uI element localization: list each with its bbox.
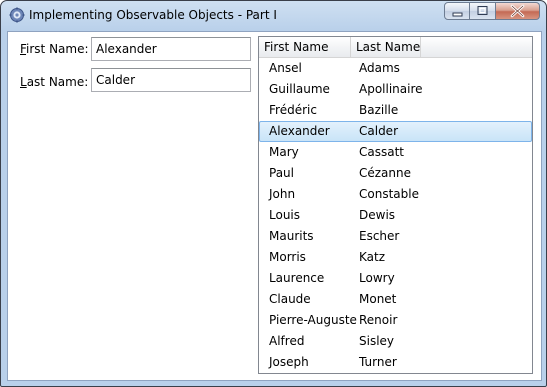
- close-button[interactable]: [496, 2, 540, 20]
- last-name-cell: Renoir: [359, 313, 398, 327]
- last-name-cell: Sisley: [359, 334, 395, 348]
- list-item[interactable]: Pierre-Auguste Renoir: [259, 310, 532, 331]
- list-item[interactable]: Alfred Sisley: [259, 331, 532, 352]
- first-name-cell: Maurits: [269, 229, 314, 243]
- last-name-label: Last Name:: [20, 75, 89, 89]
- list-rows: Ansel Adams Guillaume Apollinaire Frédéric Ba…: [259, 58, 532, 373]
- people-list-view[interactable]: First Name Last Name Ansel Adams Guillaume…: [258, 36, 533, 374]
- list-item[interactable]: Mary Cassatt: [259, 142, 532, 163]
- list-item[interactable]: Alexander Calder: [259, 121, 532, 142]
- last-name-cell: Monet: [359, 292, 397, 306]
- app-window: Implementing Observable Objects - Part I: [0, 0, 547, 387]
- last-name-cell: Cézanne: [359, 166, 412, 180]
- gear-app-icon[interactable]: [9, 7, 25, 23]
- first-name-cell: Pierre-Auguste: [269, 313, 357, 327]
- first-name-cell: Alfred: [269, 334, 305, 348]
- first-name-cell: Mary: [269, 145, 299, 159]
- list-item[interactable]: Louis Dewis: [259, 205, 532, 226]
- window-title: Implementing Observable Objects - Part I: [29, 8, 277, 22]
- maximize-button[interactable]: [470, 2, 496, 20]
- list-item[interactable]: Claude Monet: [259, 289, 532, 310]
- list-item[interactable]: Guillaume Apollinaire: [259, 79, 532, 100]
- list-item[interactable]: Frédéric Bazille: [259, 100, 532, 121]
- first-name-cell: Paul: [269, 166, 294, 180]
- first-name-cell: Joseph: [269, 355, 309, 369]
- list-item[interactable]: Ansel Adams: [259, 58, 532, 79]
- last-name-cell: Escher: [359, 229, 400, 243]
- first-name-cell: Frédéric: [269, 103, 317, 117]
- list-item[interactable]: Paul Cézanne: [259, 163, 532, 184]
- list-item[interactable]: Laurence Lowry: [259, 268, 532, 289]
- list-header: First Name Last Name: [259, 37, 532, 58]
- first-name-cell: Morris: [269, 250, 306, 264]
- last-name-cell: Calder: [359, 124, 398, 138]
- title-bar[interactable]: Implementing Observable Objects - Part I: [1, 1, 546, 31]
- last-name-cell: Bazille: [359, 103, 399, 117]
- last-name-cell: Cassatt: [359, 145, 404, 159]
- last-name-cell: Katz: [359, 250, 386, 264]
- first-name-cell: Alexander: [269, 124, 330, 138]
- list-item[interactable]: Maurits Escher: [259, 226, 532, 247]
- last-name-cell: Adams: [359, 61, 400, 75]
- column-header-first-name[interactable]: First Name: [259, 37, 351, 57]
- last-name-cell: Turner: [359, 355, 397, 369]
- close-icon: [510, 4, 525, 18]
- list-item[interactable]: Joseph Turner: [259, 352, 532, 373]
- first-name-cell: Laurence: [269, 271, 325, 285]
- list-item[interactable]: John Constable: [259, 184, 532, 205]
- caption-buttons: [444, 2, 540, 22]
- last-name-cell: Constable: [359, 187, 419, 201]
- column-header-last-name[interactable]: Last Name: [351, 37, 421, 57]
- minimize-button[interactable]: [444, 2, 470, 20]
- last-name-cell: Dewis: [359, 208, 396, 222]
- first-name-cell: Louis: [269, 208, 301, 222]
- client-area: First Name: Alexander Last Name: Calder …: [7, 31, 542, 381]
- minimize-icon: [452, 12, 463, 17]
- first-name-cell: Guillaume: [269, 82, 330, 96]
- list-item[interactable]: Morris Katz: [259, 247, 532, 268]
- last-name-input[interactable]: Calder: [91, 68, 251, 92]
- first-name-cell: Ansel: [269, 61, 302, 75]
- first-name-cell: John: [269, 187, 296, 201]
- first-name-label: First Name:: [20, 42, 89, 56]
- last-name-cell: Lowry: [359, 271, 395, 285]
- last-name-cell: Apollinaire: [359, 82, 423, 96]
- first-name-cell: Claude: [269, 292, 311, 306]
- first-name-input[interactable]: Alexander: [91, 37, 251, 61]
- maximize-icon: [477, 6, 488, 15]
